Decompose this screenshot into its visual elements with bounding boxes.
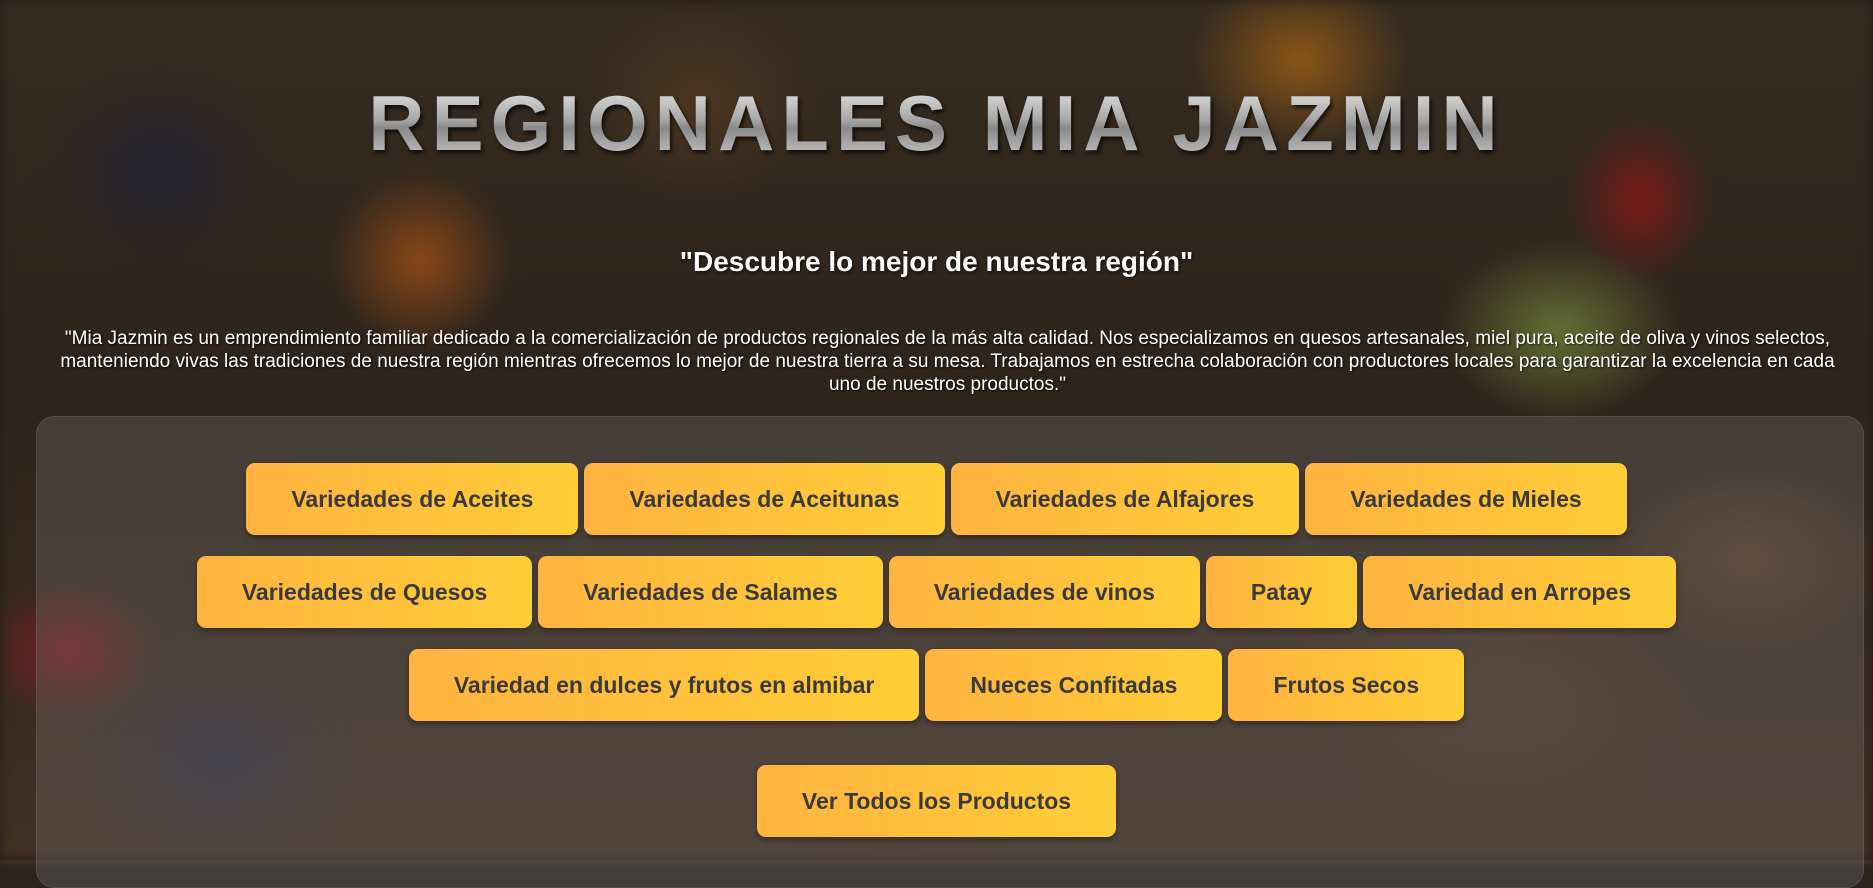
category-button-patay[interactable]: Patay	[1205, 556, 1358, 628]
site-title: REGIONALES MIA JAZMIN	[0, 78, 1873, 169]
category-row-1: Variedades de Aceites Variedades de Acei…	[0, 463, 1873, 535]
category-button-nueces[interactable]: Nueces Confitadas	[925, 649, 1223, 721]
cta-row: Ver Todos los Productos	[0, 765, 1873, 837]
category-button-vinos[interactable]: Variedades de vinos	[888, 556, 1200, 628]
about-description: "Mia Jazmin es un emprendimiento familia…	[60, 328, 1835, 395]
category-row-3: Variedad en dulces y frutos en almibar N…	[0, 649, 1873, 721]
category-button-aceitunas[interactable]: Variedades de Aceitunas	[584, 463, 945, 535]
category-button-frutos-secos[interactable]: Frutos Secos	[1228, 649, 1465, 721]
category-button-alfajores[interactable]: Variedades de Alfajores	[950, 463, 1300, 535]
category-button-dulces[interactable]: Variedad en dulces y frutos en almibar	[408, 649, 920, 721]
tagline: "Descubre lo mejor de nuestra región"	[679, 246, 1194, 277]
category-button-arropes[interactable]: Variedad en Arropes	[1363, 556, 1677, 628]
category-button-salames[interactable]: Variedades de Salames	[538, 556, 883, 628]
category-button-aceites[interactable]: Variedades de Aceites	[246, 463, 579, 535]
all-products-button[interactable]: Ver Todos los Productos	[756, 765, 1117, 837]
category-button-quesos[interactable]: Variedades de Quesos	[196, 556, 533, 628]
category-row-2: Variedades de Quesos Variedades de Salam…	[0, 556, 1873, 628]
category-button-mieles[interactable]: Variedades de Mieles	[1305, 463, 1627, 535]
